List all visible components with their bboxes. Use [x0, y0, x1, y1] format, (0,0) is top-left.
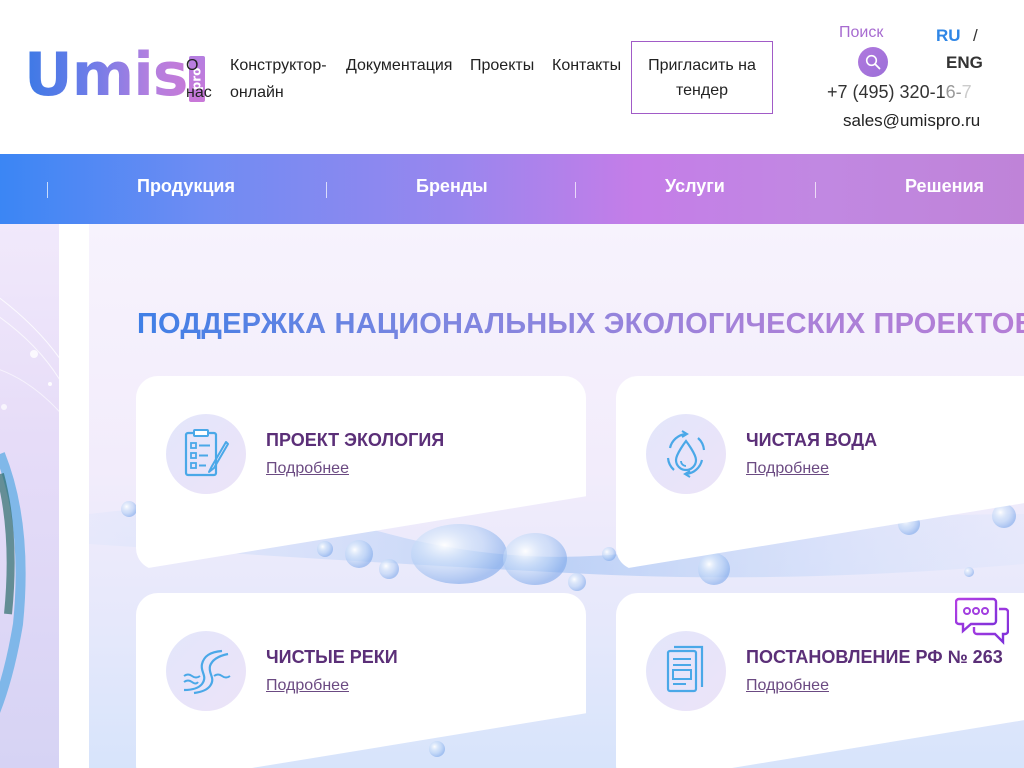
search-icon: [865, 54, 881, 70]
card-more-link[interactable]: Подробнее: [266, 677, 349, 695]
site-header: Umis pro Онас Конструктор-онлайн Докумен…: [0, 0, 1024, 154]
nav-contacts[interactable]: Контакты: [552, 52, 621, 79]
card-more-link[interactable]: Подробнее: [266, 460, 349, 478]
document-icon: [666, 645, 704, 693]
nav-projects[interactable]: Проекты: [470, 52, 534, 79]
category-divider: [575, 182, 576, 198]
lang-eng-link[interactable]: ENG: [946, 53, 983, 73]
card-title: ПРОЕКТ ЭКОЛОГИЯ: [266, 430, 445, 450]
card-icon-wrap: [166, 631, 246, 711]
card-title: ЧИСТАЯ ВОДА: [746, 430, 878, 450]
nav-constructor[interactable]: Конструктор-онлайн: [230, 52, 327, 106]
category-divider: [815, 182, 816, 198]
water-drop-icon: [666, 430, 706, 478]
gutter: [59, 224, 89, 768]
card-more-link[interactable]: Подробнее: [746, 677, 829, 695]
card-icon-wrap: [166, 414, 246, 494]
lang-separator: /: [973, 26, 978, 45]
category-divider: [47, 182, 48, 198]
logo[interactable]: Umis pro: [24, 44, 205, 106]
checklist-icon: [184, 429, 229, 477]
card-icon-wrap: [646, 414, 726, 494]
phone-link[interactable]: +7 (495) 320-16-7: [827, 82, 972, 103]
category-brands[interactable]: Бренды: [416, 176, 488, 197]
nav-about[interactable]: Онас: [186, 52, 212, 106]
chat-button[interactable]: [954, 595, 1010, 647]
category-divider: [326, 182, 327, 198]
category-solutions[interactable]: Решения: [905, 176, 984, 197]
card-icon-wrap: [646, 631, 726, 711]
card-title: ПОСТАНОВЛЕНИЕ РФ № 263: [746, 647, 1003, 667]
category-bar: Продукция Бренды Услуги Решения: [0, 154, 1024, 224]
search-button[interactable]: [858, 47, 888, 77]
invite-tender-button[interactable]: Пригласить на тендер: [631, 41, 773, 114]
lang-ru-link[interactable]: RU: [936, 26, 961, 46]
search-label: Поиск: [839, 24, 884, 41]
category-products[interactable]: Продукция: [137, 176, 235, 197]
email-link[interactable]: sales@umispro.ru: [843, 111, 980, 131]
card-title: ЧИСТЫЕ РЕКИ: [266, 647, 398, 667]
logo-text: Umis: [24, 40, 189, 110]
section-title: ПОДДЕРЖКА НАЦИОНАЛЬНЫХ ЭКОЛОГИЧЕСКИХ ПРО…: [137, 308, 1024, 341]
chat-icon: [954, 597, 1010, 645]
main-content: ПОДДЕРЖКА НАЦИОНАЛЬНЫХ ЭКОЛОГИЧЕСКИХ ПРО…: [0, 224, 1024, 768]
category-services[interactable]: Услуги: [665, 176, 725, 197]
decorative-side-image: [0, 224, 59, 768]
nav-documentation[interactable]: Документация: [346, 52, 452, 79]
card-more-link[interactable]: Подробнее: [746, 460, 829, 478]
river-icon: [183, 649, 231, 695]
